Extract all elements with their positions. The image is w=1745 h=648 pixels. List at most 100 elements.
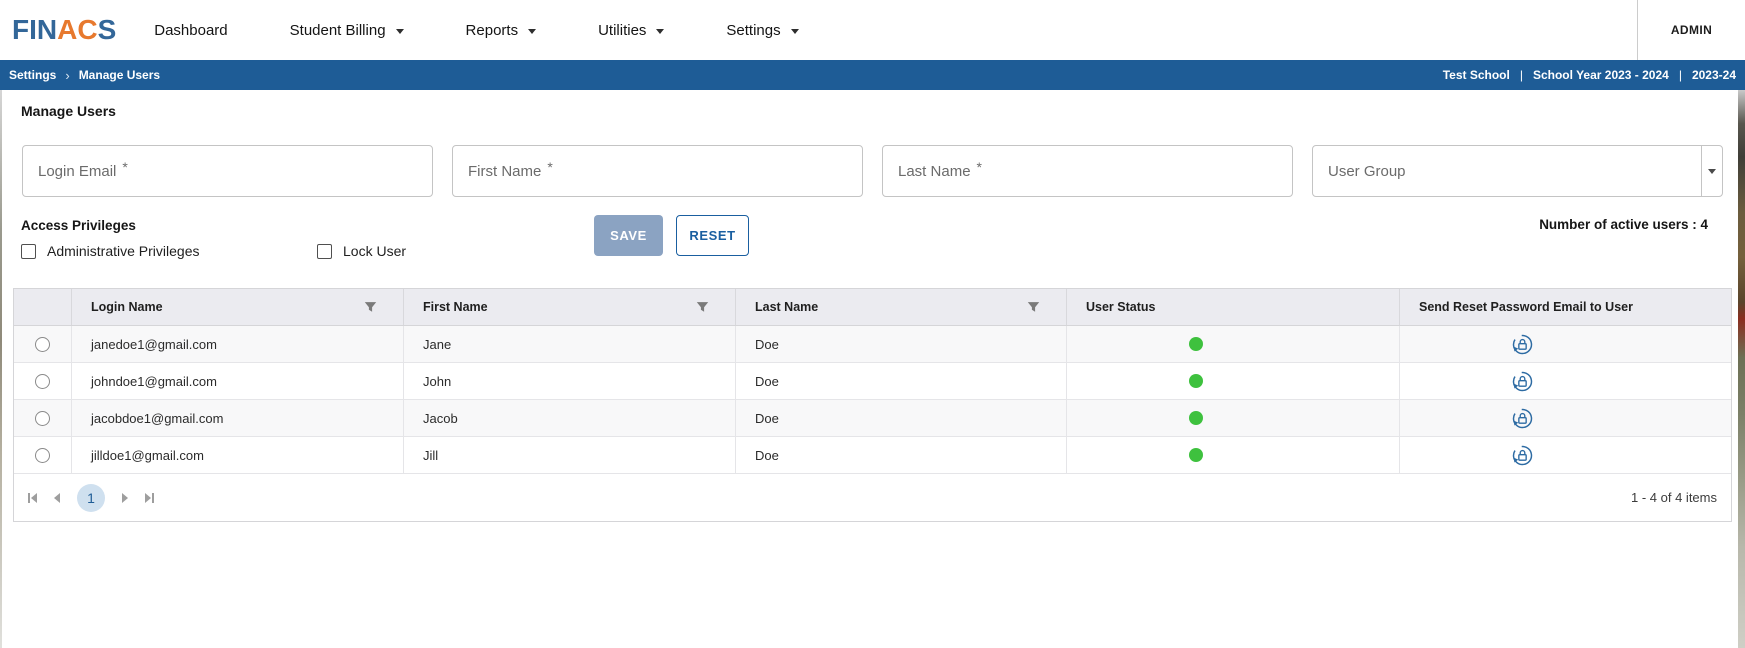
user-status-cell xyxy=(1067,437,1400,473)
table-row: jilldoe1@gmail.com Jill Doe xyxy=(14,437,1731,474)
triangle-left-icon xyxy=(54,493,60,503)
nav-dashboard[interactable]: Dashboard xyxy=(154,22,227,39)
last-name-input[interactable]: Last Name * xyxy=(882,145,1293,197)
right-edge-background-strip xyxy=(1738,90,1745,648)
logo-text-ac: AC xyxy=(57,14,97,45)
select-cell xyxy=(14,437,72,473)
login-name-header-label: Login Name xyxy=(91,300,163,314)
first-page-icon xyxy=(28,493,30,503)
administrative-privileges-checkbox[interactable] xyxy=(21,244,36,259)
first-name-cell: John xyxy=(404,363,736,399)
filter-icon[interactable] xyxy=(696,301,709,314)
triangle-right-icon xyxy=(122,493,128,503)
table-row: jacobdoe1@gmail.com Jacob Doe xyxy=(14,400,1731,437)
last-page-button[interactable] xyxy=(145,493,154,503)
table-header-row: Login Name First Name Last Name User Sta… xyxy=(14,289,1731,326)
first-name-cell: Jane xyxy=(404,326,736,362)
select-cell xyxy=(14,400,72,436)
login-name-cell: jacobdoe1@gmail.com xyxy=(72,400,404,436)
main-nav: Dashboard Student Billing Reports Utilit… xyxy=(154,22,798,39)
nav-settings-label: Settings xyxy=(726,22,780,39)
pipe-separator: | xyxy=(1679,68,1682,82)
row-select-radio[interactable] xyxy=(35,411,50,426)
send-reset-password-icon[interactable] xyxy=(1511,407,1534,430)
triangle-left-icon xyxy=(31,493,37,503)
last-name-label: Last Name xyxy=(898,163,971,180)
chevron-down-icon xyxy=(396,29,404,34)
finacs-logo[interactable]: FINACS xyxy=(12,14,116,46)
users-table: Login Name First Name Last Name User Sta… xyxy=(13,288,1732,522)
first-name-cell: Jacob xyxy=(404,400,736,436)
filter-icon[interactable] xyxy=(364,301,377,314)
first-name-input[interactable]: First Name * xyxy=(452,145,863,197)
triangle-right-icon xyxy=(145,493,151,503)
send-reset-cell xyxy=(1400,400,1731,436)
user-status-cell xyxy=(1067,326,1400,362)
row-select-radio[interactable] xyxy=(35,448,50,463)
school-context: Test School | School Year 2023 - 2024 | … xyxy=(1443,68,1736,82)
login-name-cell: johndoe1@gmail.com xyxy=(72,363,404,399)
table-footer: 1 1 - 4 of 4 items xyxy=(14,474,1731,521)
nav-utilities-label: Utilities xyxy=(598,22,646,39)
chevron-down-icon xyxy=(656,29,664,34)
nav-reports-label: Reports xyxy=(466,22,519,39)
required-asterisk: * xyxy=(977,159,982,175)
column-header-first-name: First Name xyxy=(404,289,736,325)
school-year: School Year 2023 - 2024 xyxy=(1533,68,1669,82)
nav-utilities[interactable]: Utilities xyxy=(598,22,664,39)
save-button[interactable]: SAVE xyxy=(594,215,663,256)
user-menu-admin[interactable]: ADMIN xyxy=(1637,0,1745,60)
nav-reports[interactable]: Reports xyxy=(466,22,537,39)
active-users-count: Number of active users : 4 xyxy=(1539,217,1708,232)
row-select-radio[interactable] xyxy=(35,337,50,352)
breadcrumb-settings[interactable]: Settings xyxy=(9,68,56,82)
column-header-last-name: Last Name xyxy=(736,289,1067,325)
select-cell xyxy=(14,326,72,362)
first-name-cell: Jill xyxy=(404,437,736,473)
table-row: janedoe1@gmail.com Jane Doe xyxy=(14,326,1731,363)
prev-page-button[interactable] xyxy=(54,493,60,503)
user-group-select[interactable]: User Group xyxy=(1312,145,1723,197)
pager-info: 1 - 4 of 4 items xyxy=(1631,490,1717,505)
last-name-cell: Doe xyxy=(736,400,1067,436)
user-group-dropdown-toggle[interactable] xyxy=(1701,146,1722,196)
login-email-input[interactable]: Login Email * xyxy=(22,145,433,197)
last-page-icon xyxy=(152,493,154,503)
first-page-button[interactable] xyxy=(28,493,37,503)
logo-text-fin: FIN xyxy=(12,14,57,45)
send-reset-password-icon[interactable] xyxy=(1511,370,1534,393)
reset-button[interactable]: RESET xyxy=(676,215,749,256)
send-reset-password-icon[interactable] xyxy=(1511,444,1534,467)
page-1-button[interactable]: 1 xyxy=(77,484,105,512)
column-header-user-status: User Status xyxy=(1067,289,1400,325)
user-status-cell xyxy=(1067,400,1400,436)
status-active-dot xyxy=(1189,448,1203,462)
manage-users-page: FINACS Dashboard Student Billing Reports… xyxy=(0,0,1745,648)
pagination: 1 xyxy=(28,484,154,512)
administrative-privileges-label: Administrative Privileges xyxy=(47,243,200,259)
access-privileges-heading: Access Privileges xyxy=(21,218,136,233)
nav-settings[interactable]: Settings xyxy=(726,22,798,39)
table-row: johndoe1@gmail.com John Doe xyxy=(14,363,1731,400)
nav-student-billing[interactable]: Student Billing xyxy=(290,22,404,39)
next-page-button[interactable] xyxy=(122,493,128,503)
send-reset-password-icon[interactable] xyxy=(1511,333,1534,356)
column-header-send-reset-password: Send Reset Password Email to User xyxy=(1400,289,1731,325)
row-select-radio[interactable] xyxy=(35,374,50,389)
lock-user-option: Lock User xyxy=(317,243,406,259)
nav-student-billing-label: Student Billing xyxy=(290,22,386,39)
required-asterisk: * xyxy=(547,159,552,175)
nav-dashboard-label: Dashboard xyxy=(154,22,227,39)
login-name-cell: janedoe1@gmail.com xyxy=(72,326,404,362)
required-asterisk: * xyxy=(122,159,127,175)
top-navigation-bar: FINACS Dashboard Student Billing Reports… xyxy=(0,0,1745,60)
page-title: Manage Users xyxy=(21,103,116,119)
send-reset-cell xyxy=(1400,363,1731,399)
filter-icon[interactable] xyxy=(1027,301,1040,314)
last-name-header-label: Last Name xyxy=(755,300,818,314)
lock-user-label: Lock User xyxy=(343,243,406,259)
pipe-separator: | xyxy=(1520,68,1523,82)
lock-user-checkbox[interactable] xyxy=(317,244,332,259)
send-reset-cell xyxy=(1400,437,1731,473)
breadcrumb-bar: Settings › Manage Users Test School | Sc… xyxy=(0,60,1745,90)
